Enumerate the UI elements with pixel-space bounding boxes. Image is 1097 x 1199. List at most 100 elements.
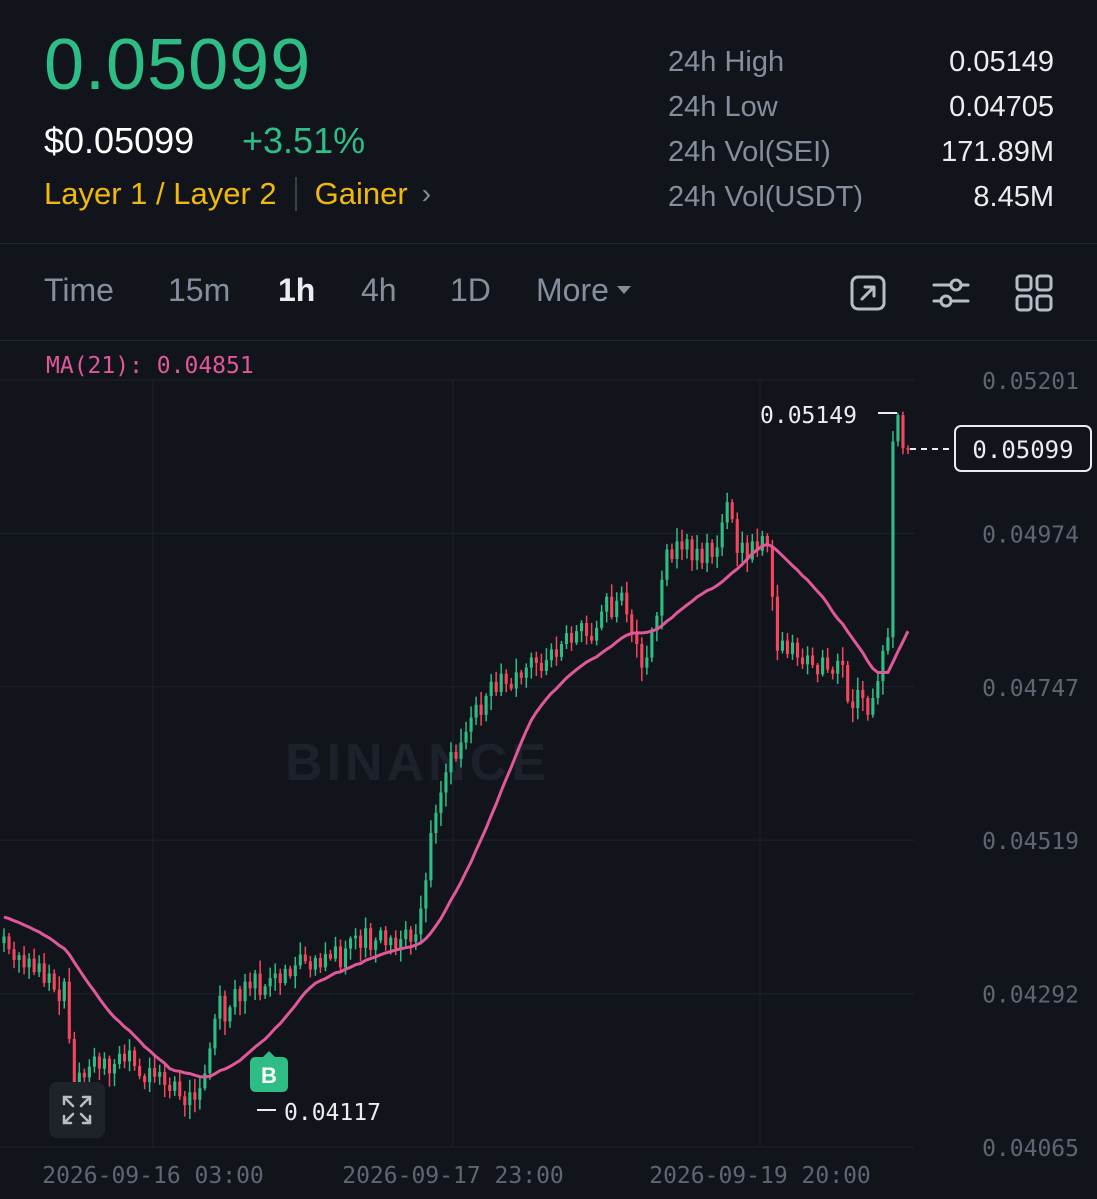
candle-body <box>168 1084 172 1091</box>
candle-body <box>775 596 779 651</box>
candle-body <box>117 1053 122 1064</box>
candle-body <box>821 657 825 675</box>
candle-body <box>369 928 373 950</box>
candle-body <box>705 542 709 563</box>
sliders-icon[interactable] <box>931 273 971 313</box>
candle-body <box>625 592 629 615</box>
candle-body <box>569 633 574 643</box>
candle-body <box>610 596 614 617</box>
stat-value: 0.05149 <box>949 46 1054 78</box>
candle-body <box>770 546 774 597</box>
tag-divider <box>294 177 297 211</box>
current-price-value: 0.05099 <box>972 436 1073 464</box>
candle-body <box>454 752 458 759</box>
candle-body <box>17 955 21 960</box>
tab-4h[interactable]: 4h <box>361 272 397 309</box>
candle-body <box>208 1048 212 1074</box>
candle-body <box>288 968 292 977</box>
candle-body <box>434 812 438 834</box>
candlestick-chart[interactable]: BINANCE 0.05201 0.04974 0.04747 0.04519 0.04… <box>0 341 1097 1199</box>
candle-body <box>539 662 543 672</box>
candle-body <box>353 935 358 939</box>
candle-body <box>544 660 548 672</box>
grid-icon[interactable] <box>1014 273 1054 313</box>
x-axis: 2026-09-16 03:00 2026-09-17 23:00 2026-09-… <box>42 1163 871 1189</box>
candle-body <box>218 995 222 1019</box>
candle-body <box>153 1068 157 1077</box>
candle-body <box>871 698 875 715</box>
stat-value: 8.45M <box>973 181 1054 213</box>
candle-body <box>178 1081 182 1097</box>
candle-body <box>243 981 247 1002</box>
candle-body <box>514 672 518 689</box>
candle-body <box>886 637 890 651</box>
candle-body <box>122 1053 127 1062</box>
candle-body <box>328 953 333 959</box>
y-tick-label: 0.04065 <box>982 1136 1079 1162</box>
fullscreen-button[interactable] <box>49 1082 105 1138</box>
candle-body <box>333 946 338 959</box>
candle-body <box>158 1072 162 1077</box>
price-change-percent: +3.51% <box>242 120 366 161</box>
y-tick-label: 0.04974 <box>982 522 1079 548</box>
candle-body <box>590 635 594 641</box>
candle-body <box>439 792 443 813</box>
tab-1h[interactable]: 1h <box>278 272 315 309</box>
candle-body <box>419 908 423 935</box>
tag-layer[interactable]: Layer 1 / Layer 2 <box>44 176 277 212</box>
candle-body <box>695 548 699 561</box>
tab-15m[interactable]: 15m <box>168 272 230 309</box>
candle-body <box>148 1068 152 1083</box>
candle-body <box>389 937 393 946</box>
candle-body <box>861 689 865 699</box>
candle-body <box>549 649 553 661</box>
high-price-label: 0.05149 <box>760 403 857 429</box>
more-dropdown[interactable]: More <box>536 272 631 309</box>
chevron-right-icon[interactable]: › <box>422 178 431 210</box>
candle-body <box>323 953 327 968</box>
candle-body <box>343 948 348 968</box>
candle-body <box>519 672 523 678</box>
candle-body <box>574 631 579 643</box>
candle-body <box>7 936 11 950</box>
external-link-icon[interactable] <box>848 273 888 313</box>
x-tick-label: 2026-09-16 03:00 <box>42 1163 264 1189</box>
candle-body <box>680 541 684 550</box>
candle-body <box>710 542 714 557</box>
last-price: 0.05099 <box>44 25 312 105</box>
candle-body <box>595 627 599 641</box>
candle-body <box>163 1072 167 1085</box>
candle-body <box>484 695 488 715</box>
candle-body <box>273 973 277 979</box>
candle-body <box>896 415 900 442</box>
y-tick-label: 0.04747 <box>982 676 1079 702</box>
y-axis: 0.05201 0.04974 0.04747 0.04519 0.04292 0.040… <box>982 369 1079 1162</box>
candle-body <box>559 643 564 657</box>
candle-body <box>690 539 694 561</box>
candle-body <box>780 640 785 651</box>
candle-body <box>685 539 689 550</box>
candle-body <box>715 547 719 557</box>
tab-time[interactable]: Time <box>44 272 114 309</box>
candle-body <box>841 660 845 665</box>
tag-gainer[interactable]: Gainer <box>315 176 408 212</box>
candle-body <box>263 986 267 996</box>
candle-body <box>851 701 855 709</box>
candle-body <box>313 957 317 970</box>
more-label: More <box>536 272 609 308</box>
candle-body <box>143 1076 147 1083</box>
stat-value: 0.04705 <box>949 91 1054 123</box>
candle-body <box>102 1058 107 1069</box>
buy-marker[interactable]: B <box>250 1051 288 1092</box>
candle-body <box>640 643 644 668</box>
candle-body <box>816 664 820 675</box>
candle-body <box>800 657 805 665</box>
tab-1d[interactable]: 1D <box>450 272 491 309</box>
candle-body <box>107 1058 112 1074</box>
candle-body <box>248 981 252 989</box>
stat-value: 171.89M <box>941 136 1054 168</box>
stat-label: 24h Low <box>668 91 778 123</box>
candle-body <box>82 1072 86 1078</box>
candle-body <box>579 623 584 632</box>
candle-body <box>901 415 905 449</box>
